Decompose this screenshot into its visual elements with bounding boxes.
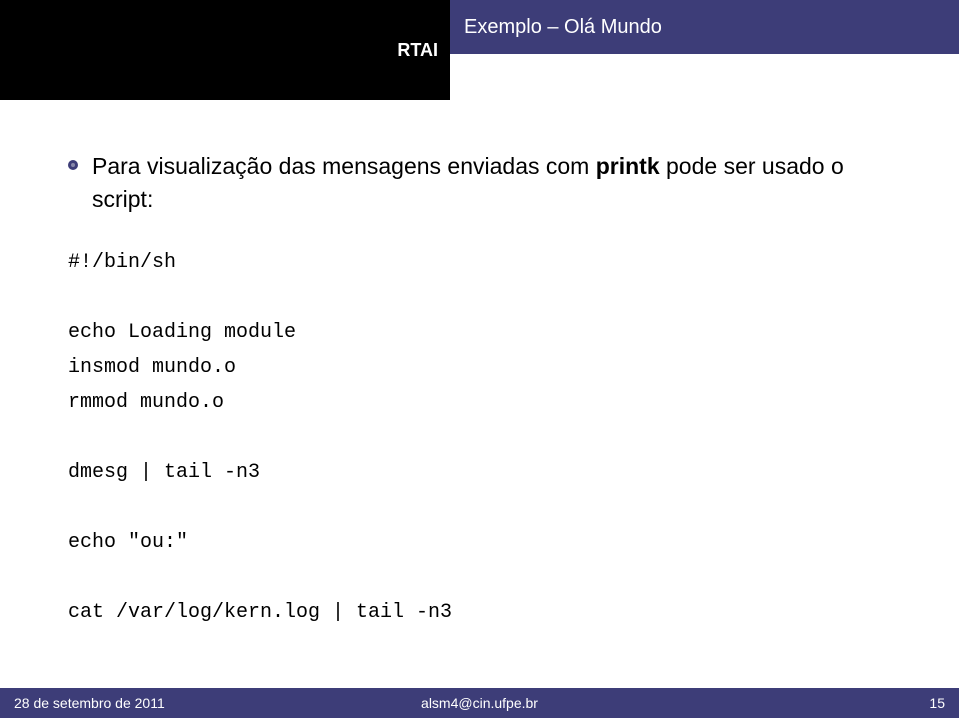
- header-title: Exemplo – Olá Mundo: [464, 16, 662, 39]
- printk-keyword: printk: [596, 153, 660, 179]
- bullet-item: Para visualização das mensagens enviadas…: [68, 150, 899, 217]
- header-section-label: RTAI: [397, 40, 438, 61]
- header-left-block: RTAI: [0, 0, 450, 100]
- header-right-block: Exemplo – Olá Mundo: [450, 0, 959, 54]
- slide-header: RTAI Exemplo – Olá Mundo: [0, 0, 959, 100]
- code-block: #!/bin/sh echo Loading module insmod mun…: [68, 245, 899, 630]
- slide-content: Para visualização das mensagens enviadas…: [68, 150, 899, 630]
- bullet-icon: [68, 160, 78, 170]
- footer-date: 28 de setembro de 2011: [14, 695, 165, 711]
- footer-page-number: 15: [929, 695, 945, 711]
- para-prefix: Para visualização das mensagens enviadas…: [92, 153, 596, 179]
- footer-email: alsm4@cin.ufpe.br: [421, 695, 538, 711]
- slide-footer: 28 de setembro de 2011 alsm4@cin.ufpe.br…: [0, 688, 959, 718]
- paragraph-text: Para visualização das mensagens enviadas…: [92, 150, 899, 217]
